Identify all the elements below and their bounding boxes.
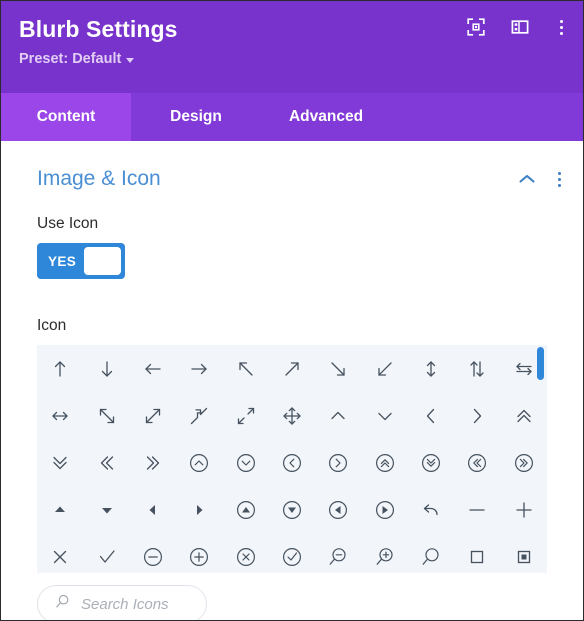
icon-undo-arrow[interactable] [408, 486, 454, 533]
tab-label: Content [36, 108, 96, 125]
icon-circle-minus[interactable] [130, 533, 176, 573]
icon-circle-chevron-double-left[interactable] [454, 439, 500, 486]
icon-arrows-move[interactable] [269, 392, 315, 439]
icon-circle-chevron-up[interactable] [176, 439, 222, 486]
panel-header: Blurb Settings Preset: Default [1, 1, 583, 93]
icon-circle-triangle-right[interactable] [362, 486, 408, 533]
search-icons-wrap: Search Icons [37, 585, 547, 620]
use-icon-label: Use Icon [37, 215, 99, 232]
chevron-up-icon[interactable] [518, 170, 536, 188]
icon-circle-check[interactable] [269, 533, 315, 573]
icon-chevron-up[interactable] [315, 392, 361, 439]
icon-triangle-up[interactable] [37, 486, 83, 533]
preset-selector[interactable]: Preset: Default [19, 51, 135, 67]
more-options-icon[interactable] [554, 18, 569, 37]
kebab-dot [558, 171, 561, 175]
icon-chevron-down[interactable] [362, 392, 408, 439]
icon-circle-chevron-right[interactable] [315, 439, 361, 486]
icon-circle-triangle-left[interactable] [315, 486, 361, 533]
preset-label: Preset: Default [19, 51, 122, 67]
chevron-down-icon [126, 57, 135, 63]
icon-arrow-down-right[interactable] [315, 345, 361, 392]
tab-label: Design [170, 108, 222, 125]
header-actions [466, 17, 569, 37]
icon-triangle-right[interactable] [176, 486, 222, 533]
icon-arrow-diagonal-sw-ne[interactable] [130, 392, 176, 439]
section-header-image-icon: Image & Icon [1, 141, 583, 191]
use-icon-toggle-wrap: YES [1, 233, 583, 279]
search-icon [54, 593, 71, 615]
icon-arrows-up-down[interactable] [454, 345, 500, 392]
kebab-dot [560, 19, 563, 23]
icon-chevron-double-left[interactable] [83, 439, 129, 486]
toggle-value-label: YES [48, 253, 77, 269]
icon-arrow-up-left[interactable] [222, 345, 268, 392]
icon-square-outline[interactable] [454, 533, 500, 573]
icon-circle-x[interactable] [222, 533, 268, 573]
icon-chevron-left[interactable] [408, 392, 454, 439]
kebab-dot [558, 183, 561, 187]
icon-grid-scrollbar[interactable] [537, 345, 544, 573]
panel-body: Image & Icon Use Icon YES Icon Search Ic… [1, 141, 583, 620]
icon-zoom-in[interactable] [362, 533, 408, 573]
icon-picker-grid-wrap [37, 345, 547, 573]
icon-minus[interactable] [454, 486, 500, 533]
icon-check[interactable] [83, 533, 129, 573]
search-placeholder: Search Icons [81, 595, 169, 613]
icon-picker-grid [37, 345, 547, 573]
icon-arrows-expand[interactable] [222, 392, 268, 439]
icon-circle-chevron-down[interactable] [222, 439, 268, 486]
icon-arrow-up[interactable] [37, 345, 83, 392]
icon-circle-triangle-up[interactable] [222, 486, 268, 533]
icon-triangle-left[interactable] [130, 486, 176, 533]
section-title: Image & Icon [37, 167, 161, 190]
kebab-dot [560, 25, 563, 29]
icon-chevron-double-right[interactable] [130, 439, 176, 486]
icon-circle-plus[interactable] [176, 533, 222, 573]
section-header-actions [518, 170, 567, 189]
tab-advanced[interactable]: Advanced [261, 93, 391, 141]
layout-icon[interactable] [510, 17, 530, 37]
tab-bar: Content Design Advanced [1, 93, 583, 141]
icon-grid-scrollbar-thumb[interactable] [537, 347, 544, 380]
blurb-settings-panel: Blurb Settings Preset: Default Content D… [0, 0, 584, 621]
icon-arrow-up-down[interactable] [408, 345, 454, 392]
icon-circle-chevron-double-up[interactable] [362, 439, 408, 486]
use-icon-toggle[interactable]: YES [37, 243, 125, 279]
icon-search[interactable] [408, 533, 454, 573]
icon-arrow-left-right[interactable] [37, 392, 83, 439]
kebab-dot [558, 177, 561, 181]
icon-arrow-up-right[interactable] [269, 345, 315, 392]
icon-close-x[interactable] [37, 533, 83, 573]
focus-icon[interactable] [466, 17, 486, 37]
icon-arrow-down[interactable] [83, 345, 129, 392]
tab-design[interactable]: Design [131, 93, 261, 141]
icon-chevron-double-down[interactable] [37, 439, 83, 486]
icon-arrow-left[interactable] [130, 345, 176, 392]
tab-label: Advanced [288, 108, 364, 125]
tab-content[interactable]: Content [1, 93, 131, 141]
icon-arrows-contract[interactable] [176, 392, 222, 439]
icon-label: Icon [37, 317, 67, 334]
icon-arrow-down-left[interactable] [362, 345, 408, 392]
icon-circle-chevron-double-down[interactable] [408, 439, 454, 486]
icon-zoom-out[interactable] [315, 533, 361, 573]
icon-arrow-diagonal-nw-se[interactable] [83, 392, 129, 439]
more-options-icon[interactable] [552, 170, 567, 189]
icon-arrow-right[interactable] [176, 345, 222, 392]
icon-circle-triangle-down[interactable] [269, 486, 315, 533]
search-input[interactable]: Search Icons [37, 585, 207, 620]
toggle-knob [84, 247, 121, 275]
icon-circle-chevron-left[interactable] [269, 439, 315, 486]
kebab-dot [560, 31, 563, 35]
icon-chevron-right[interactable] [454, 392, 500, 439]
icon-triangle-down[interactable] [83, 486, 129, 533]
